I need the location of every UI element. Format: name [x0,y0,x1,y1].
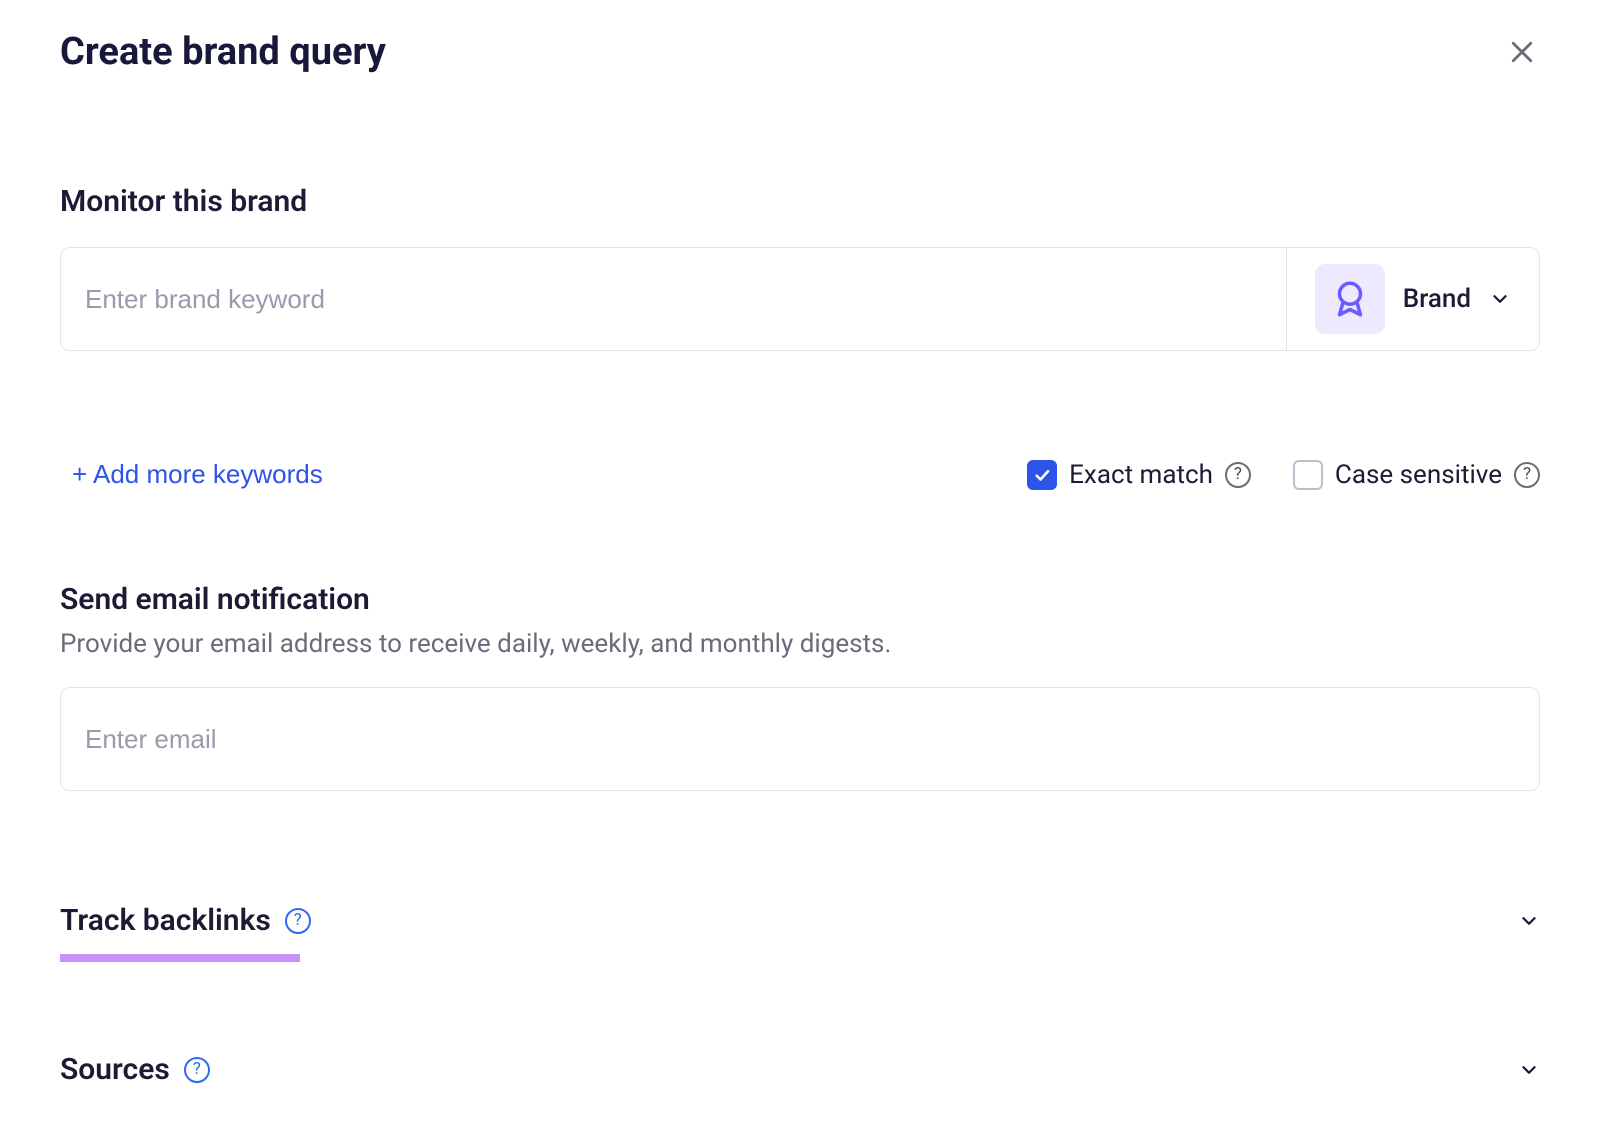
help-icon[interactable]: ? [1514,462,1540,488]
email-input[interactable] [60,687,1540,791]
help-icon[interactable]: ? [285,908,311,934]
brand-input-row: Brand [60,247,1540,351]
brand-type-selector[interactable]: Brand [1286,248,1539,350]
brand-keyword-input[interactable] [61,248,1286,350]
case-sensitive-checkbox[interactable] [1293,460,1323,490]
monitor-section: Monitor this brand Brand + Add more keyw… [60,184,1540,490]
email-section-label: Send email notification [60,582,1540,617]
help-icon[interactable]: ? [184,1057,210,1083]
match-options: Exact match ? Case sensitive ? [1027,460,1540,490]
highlight-underline [60,954,300,962]
modal-header: Create brand query [60,30,1540,74]
email-section: Send email notification Provide your ema… [60,582,1540,791]
close-button[interactable] [1504,34,1540,70]
chevron-down-icon [1518,1059,1540,1081]
track-backlinks-section: Track backlinks ? [60,883,1540,962]
exact-match-checkbox[interactable] [1027,460,1057,490]
sources-title: Sources [60,1052,170,1087]
help-icon[interactable]: ? [1225,462,1251,488]
ribbon-badge-icon [1315,264,1385,334]
chevron-down-icon [1489,288,1511,310]
brand-type-label: Brand [1403,284,1471,314]
sources-toggle[interactable]: Sources ? [60,1032,1540,1107]
email-section-desc: Provide your email address to receive da… [60,629,1540,659]
sources-section: Sources ? [60,1032,1540,1107]
close-icon [1507,37,1537,67]
track-backlinks-title: Track backlinks [60,903,271,938]
monitor-label: Monitor this brand [60,184,1540,219]
exact-match-label: Exact match [1069,460,1213,490]
case-sensitive-label: Case sensitive [1335,460,1502,490]
case-sensitive-option[interactable]: Case sensitive ? [1293,460,1540,490]
exact-match-option[interactable]: Exact match ? [1027,460,1251,490]
track-backlinks-toggle[interactable]: Track backlinks ? [60,883,1540,958]
modal-title: Create brand query [60,30,386,74]
add-more-keywords-button[interactable]: + Add more keywords [60,459,323,490]
keyword-options-row: + Add more keywords Exact match ? Case s… [60,459,1540,490]
chevron-down-icon [1518,910,1540,932]
